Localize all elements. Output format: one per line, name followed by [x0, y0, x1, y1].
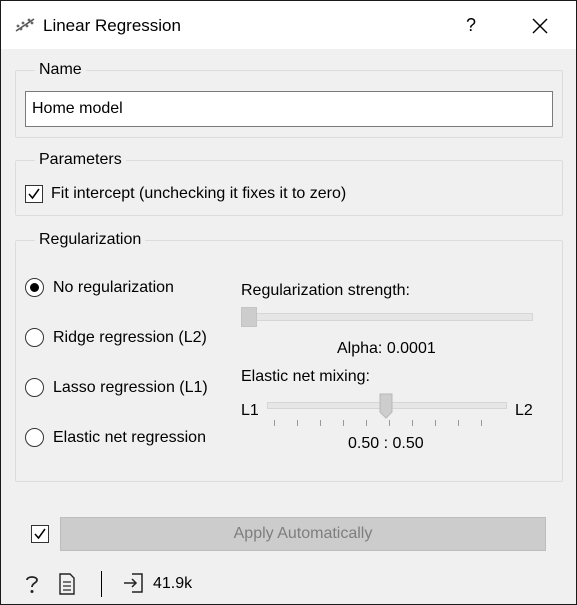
parameters-group-title: Parameters — [35, 151, 126, 169]
regularization-strength-slider[interactable] — [241, 313, 533, 321]
report-icon[interactable] — [58, 573, 76, 595]
checkmark-icon — [28, 188, 40, 200]
slider-tick — [458, 420, 459, 426]
fit-intercept-checkbox[interactable] — [25, 185, 43, 203]
no-regularization-label: No regularization — [53, 279, 174, 296]
output-size-label: 41.9k — [153, 575, 193, 592]
help-button[interactable]: ? — [459, 12, 483, 38]
regularization-strength-label: Regularization strength: — [241, 282, 410, 299]
mix-right-label: L2 — [515, 402, 533, 419]
mix-left-label: L1 — [241, 402, 259, 419]
regularization-strength-handle[interactable] — [241, 307, 257, 327]
slider-tick — [297, 420, 298, 426]
linear-regression-icon — [15, 18, 35, 32]
mix-ratio-label: 0.50 : 0.50 — [348, 435, 424, 452]
model-name-input[interactable]: Home model — [25, 91, 553, 127]
linear-regression-window: Linear Regression ? Name Home model Para… — [0, 0, 577, 605]
status-divider — [101, 571, 102, 597]
checkmark-icon — [34, 528, 46, 540]
elastic-net-regression-label: Elastic net regression — [53, 429, 206, 446]
slider-tick — [343, 420, 344, 426]
close-icon[interactable] — [527, 13, 553, 39]
elastic-net-mixing-handle[interactable] — [379, 393, 393, 419]
help-icon[interactable] — [23, 573, 41, 595]
slider-tick — [481, 420, 482, 426]
slider-tick — [435, 420, 436, 426]
lasso-regression-label: Lasso regression (L1) — [53, 379, 208, 396]
apply-automatically-checkbox[interactable] — [31, 525, 49, 543]
title-bar: Linear Regression ? — [1, 1, 576, 49]
radio-lasso-regression[interactable] — [25, 378, 44, 397]
output-icon — [124, 573, 143, 593]
radio-no-regularization[interactable] — [25, 278, 44, 297]
name-group-title: Name — [35, 61, 86, 79]
slider-tick — [274, 420, 275, 426]
slider-tick — [366, 420, 367, 426]
slider-tick — [389, 420, 390, 426]
elastic-net-mixing-label: Elastic net mixing: — [241, 368, 370, 385]
radio-elastic-net-regression[interactable] — [25, 428, 44, 447]
regularization-group-title: Regularization — [35, 231, 146, 249]
slider-tick — [412, 420, 413, 426]
fit-intercept-label: Fit intercept (unchecking it fixes it to… — [51, 185, 347, 202]
radio-ridge-regression[interactable] — [25, 328, 44, 347]
apply-automatically-button[interactable]: Apply Automatically — [60, 517, 546, 551]
ridge-regression-label: Ridge regression (L2) — [53, 329, 207, 346]
window-title: Linear Regression — [43, 16, 181, 35]
radio-selected-dot — [30, 283, 39, 292]
alpha-value-label: Alpha: 0.0001 — [337, 340, 436, 357]
slider-tick — [320, 420, 321, 426]
